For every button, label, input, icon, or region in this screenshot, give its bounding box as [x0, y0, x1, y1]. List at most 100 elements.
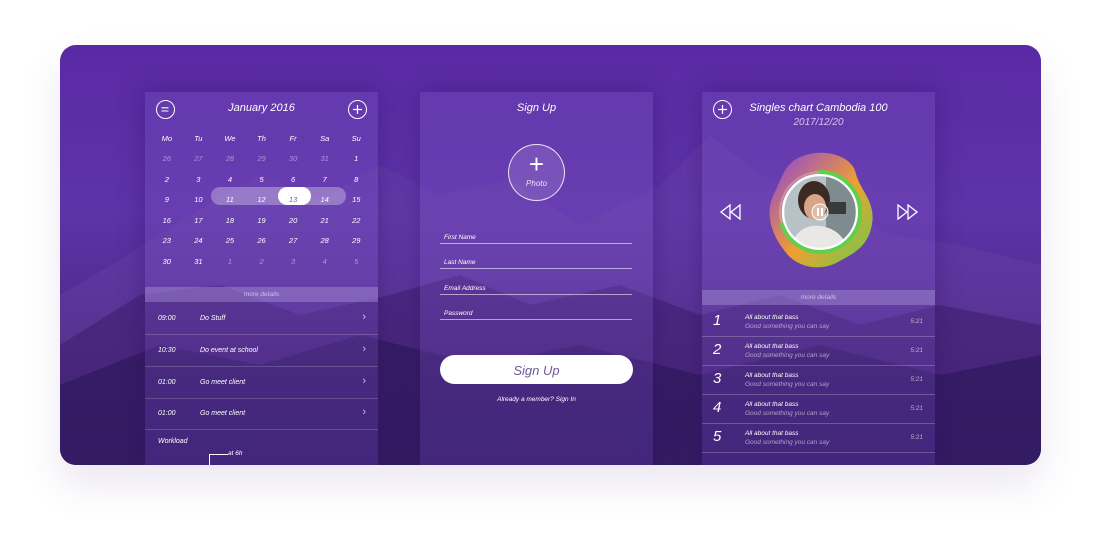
day-cell[interactable]: 16 — [151, 216, 183, 225]
day-cell[interactable]: 3 — [277, 257, 309, 266]
event-text: Go meet client — [200, 410, 246, 417]
day-cell[interactable]: 1 — [214, 257, 246, 266]
calendar-title: January 2016 — [228, 102, 295, 114]
song-duration: 5:21 — [910, 405, 923, 412]
selected-day-cell[interactable]: 13 — [277, 195, 309, 204]
day-cell[interactable]: 1 — [340, 154, 372, 163]
song-row[interactable]: 5 All about that bass Good something you… — [702, 424, 935, 453]
day-cell[interactable]: 12 — [246, 195, 278, 204]
fast-forward-icon[interactable] — [895, 204, 919, 220]
weekday-label: We — [224, 133, 236, 143]
day-cell[interactable]: 2 — [246, 257, 278, 266]
day-cell[interactable]: 7 — [309, 175, 341, 184]
event-row[interactable]: 01:00 Go meet client › — [145, 367, 378, 399]
weekday-header-row: Mo Tu We Th Fr Sa Su — [151, 128, 372, 149]
day-cell[interactable]: 27 — [183, 154, 215, 163]
chevron-right-icon: › — [362, 375, 366, 387]
song-duration: 5:21 — [910, 376, 923, 383]
song-title: All about that bass — [745, 314, 799, 321]
chevron-right-icon: › — [362, 343, 366, 355]
song-row[interactable]: 1 All about that bass Good something you… — [702, 308, 935, 337]
event-row[interactable]: 09:00 Do Stuff › — [145, 303, 378, 335]
day-cell[interactable]: 20 — [277, 216, 309, 225]
showcase-background: January 2016 Mo Tu We Th Fr Sa Su 26 27 — [60, 45, 1041, 465]
signup-card: Sign Up + Photo First Name Last Name Ema… — [420, 92, 653, 465]
song-title: All about that bass — [745, 343, 799, 350]
event-row[interactable]: 10:30 Do event at school › — [145, 335, 378, 367]
day-cell[interactable]: 30 — [277, 154, 309, 163]
day-cell[interactable]: 4 — [214, 175, 246, 184]
email-placeholder: Email Address — [444, 285, 486, 292]
calendar-grid: Mo Tu We Th Fr Sa Su 26 27 28 29 30 31 1… — [151, 128, 372, 272]
music-chart-card: Singles chart Cambodia 100 2017/12/20 mo… — [702, 92, 935, 465]
day-cell[interactable]: 15 — [340, 195, 372, 204]
day-cell[interactable]: 5 — [246, 175, 278, 184]
song-subtitle: Good something you can say — [745, 352, 830, 359]
rewind-icon[interactable] — [719, 204, 743, 220]
day-cell[interactable]: 26 — [151, 154, 183, 163]
signup-title: Sign Up — [516, 102, 557, 114]
day-cell[interactable]: 17 — [183, 216, 215, 225]
event-text: Go meet client — [200, 379, 246, 386]
plus-icon: + — [528, 149, 545, 179]
add-button[interactable] — [713, 100, 732, 119]
song-subtitle: Good something you can say — [745, 381, 830, 388]
sign-in-link[interactable]: Already a member? Sign In — [420, 396, 653, 403]
add-event-button[interactable] — [348, 100, 367, 119]
more-details-bar[interactable]: more details — [145, 287, 378, 302]
day-cell[interactable]: 22 — [340, 216, 372, 225]
day-cell[interactable]: 18 — [214, 216, 246, 225]
day-cell[interactable]: 10 — [183, 195, 215, 204]
day-cell[interactable]: 14 — [309, 195, 341, 204]
more-details-bar[interactable]: more details — [702, 290, 935, 305]
event-time: 01:00 — [158, 379, 176, 386]
day-cell[interactable]: 4 — [309, 257, 341, 266]
song-row[interactable]: 3 All about that bass Good something you… — [702, 366, 935, 395]
calendar-week-row: 26 27 28 29 30 31 1 — [151, 149, 372, 170]
song-row[interactable]: 4 All about that bass Good something you… — [702, 395, 935, 424]
day-cell[interactable]: 19 — [246, 216, 278, 225]
day-cell[interactable]: 6 — [277, 175, 309, 184]
sign-up-button[interactable]: Sign Up — [440, 355, 633, 384]
song-row[interactable]: 2 All about that bass Good something you… — [702, 337, 935, 366]
chart-date: 2017/12/20 — [793, 117, 844, 128]
day-cell[interactable]: 27 — [277, 236, 309, 245]
day-cell[interactable]: 11 — [214, 195, 246, 204]
song-title: All about that bass — [745, 372, 799, 379]
day-cell[interactable]: 28 — [309, 236, 341, 245]
song-title: All about that bass — [745, 430, 799, 437]
first-name-field[interactable]: First Name — [440, 228, 632, 244]
day-cell[interactable]: 31 — [309, 154, 341, 163]
password-field[interactable]: Password — [440, 304, 632, 320]
day-cell[interactable]: 28 — [214, 154, 246, 163]
day-cell[interactable]: 8 — [340, 175, 372, 184]
song-subtitle: Good something you can say — [745, 439, 830, 446]
day-cell[interactable]: 29 — [340, 236, 372, 245]
event-row[interactable]: 01:00 Go meet client › — [145, 398, 378, 430]
email-field[interactable]: Email Address — [440, 279, 632, 295]
day-cell[interactable]: 25 — [214, 236, 246, 245]
first-name-placeholder: First Name — [444, 234, 476, 241]
weekday-label: Tu — [194, 133, 203, 143]
calendar-card: January 2016 Mo Tu We Th Fr Sa Su 26 27 — [145, 92, 378, 465]
day-cell[interactable]: 31 — [183, 257, 215, 266]
day-cell[interactable]: 2 — [151, 175, 183, 184]
day-cell[interactable]: 30 — [151, 257, 183, 266]
chevron-right-icon: › — [362, 311, 366, 323]
event-time: 01:00 — [158, 410, 176, 417]
day-cell[interactable]: 24 — [183, 236, 215, 245]
day-cell[interactable]: 21 — [309, 216, 341, 225]
day-cell[interactable]: 9 — [151, 195, 183, 204]
workload-label: Workload — [158, 438, 188, 445]
day-cell[interactable]: 26 — [246, 236, 278, 245]
weekday-label: Sa — [320, 133, 330, 143]
song-rank: 1 — [713, 312, 722, 329]
photo-upload-button[interactable]: + Photo — [508, 144, 565, 201]
day-cell[interactable]: 3 — [183, 175, 215, 184]
weekday-label: Su — [351, 133, 361, 143]
day-cell[interactable]: 29 — [246, 154, 278, 163]
last-name-field[interactable]: Last Name — [440, 253, 632, 269]
event-time: 10:30 — [158, 347, 176, 354]
day-cell[interactable]: 23 — [151, 236, 183, 245]
day-cell[interactable]: 5 — [340, 257, 372, 266]
